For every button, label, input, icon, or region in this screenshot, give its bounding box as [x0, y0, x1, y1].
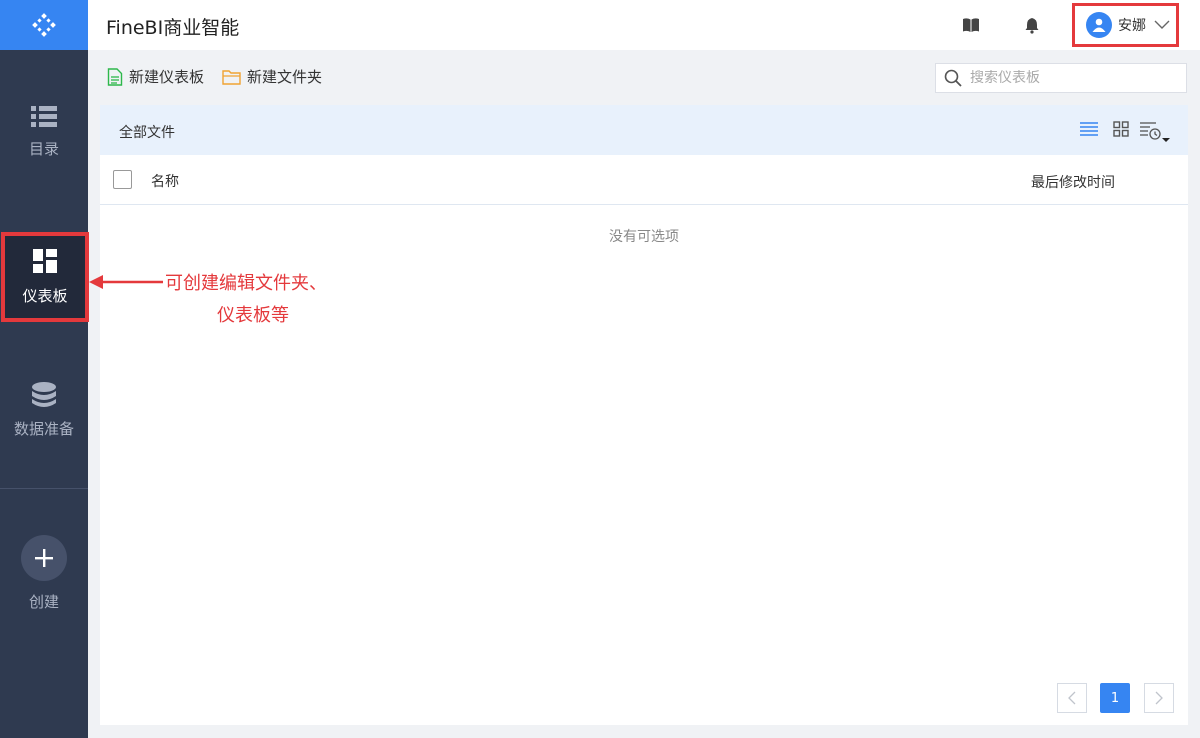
annotation-text: 可创建编辑文件夹、 仪表板等 — [165, 268, 327, 332]
annotation-arrow — [89, 275, 163, 289]
logo[interactable] — [0, 0, 88, 50]
panel-title: 全部文件 — [119, 125, 175, 141]
sidebar-item-label: 仪表板 — [22, 286, 68, 305]
chevron-right-icon — [1155, 691, 1163, 705]
app-title: FineBI商业智能 — [106, 17, 240, 39]
list-icon — [31, 106, 57, 127]
finebi-logo-icon — [32, 13, 56, 37]
create-button[interactable] — [21, 535, 67, 581]
user-avatar-icon — [1086, 12, 1112, 38]
chevron-left-icon — [1068, 691, 1076, 705]
pagination-page-1[interactable]: 1 — [1100, 683, 1130, 713]
new-dashboard-label: 新建仪表板 — [129, 68, 205, 86]
user-name: 安娜 — [1118, 18, 1146, 34]
pagination-prev-button[interactable] — [1057, 683, 1087, 713]
new-folder-button[interactable]: 新建文件夹 — [222, 66, 322, 87]
search-icon — [944, 69, 962, 87]
toolbar: 新建仪表板 新建文件夹 — [100, 58, 1188, 98]
pagination-next-button[interactable] — [1144, 683, 1174, 713]
folder-icon — [222, 69, 241, 85]
sidebar-item-catalog[interactable]: 目录 — [0, 106, 88, 159]
annotation-line-1: 可创建编辑文件夹、 — [165, 273, 327, 294]
grid-view-icon[interactable] — [1113, 121, 1129, 137]
column-last-modified: 最后修改时间 — [1031, 175, 1115, 191]
list-view-icon[interactable] — [1080, 121, 1098, 137]
bell-icon[interactable] — [1023, 16, 1041, 34]
sidebar-item-create[interactable]: 创建 — [0, 535, 88, 612]
sidebar-item-dashboard[interactable]: 仪表板 — [1, 232, 89, 322]
user-menu[interactable]: 安娜 — [1072, 3, 1179, 47]
sidebar-item-label: 数据准备 — [13, 420, 74, 438]
sidebar-item-label: 目录 — [28, 140, 59, 158]
select-all-checkbox[interactable] — [113, 170, 132, 189]
new-folder-label: 新建文件夹 — [247, 68, 323, 86]
sidebar-item-data-prep[interactable]: 数据准备 — [0, 382, 88, 439]
database-icon — [32, 382, 56, 407]
panel-header: 全部文件 — [100, 105, 1188, 155]
sidebar-item-label: 创建 — [28, 593, 59, 611]
search-box[interactable] — [935, 63, 1187, 93]
sidebar: 目录 仪表板 数据准备 创建 — [0, 0, 89, 738]
sidebar-divider — [0, 488, 88, 489]
empty-state-text: 没有可选项 — [609, 229, 679, 245]
new-dashboard-button[interactable]: 新建仪表板 — [107, 66, 204, 87]
annotation-line-2: 仪表板等 — [217, 305, 289, 326]
plus-icon — [35, 549, 53, 567]
sort-by-time-icon[interactable] — [1140, 121, 1170, 143]
search-input[interactable] — [970, 70, 1170, 86]
file-panel: 全部文件 名称 最后修改时间 没有可选项 1 — [100, 105, 1188, 725]
chevron-down-icon — [1154, 20, 1170, 29]
dashboard-icon — [33, 248, 57, 273]
table-header: 名称 最后修改时间 — [100, 155, 1188, 205]
column-name: 名称 — [151, 174, 179, 190]
book-icon[interactable] — [962, 16, 980, 34]
top-header: FineBI商业智能 安娜 — [88, 0, 1200, 50]
new-file-icon — [107, 67, 123, 86]
